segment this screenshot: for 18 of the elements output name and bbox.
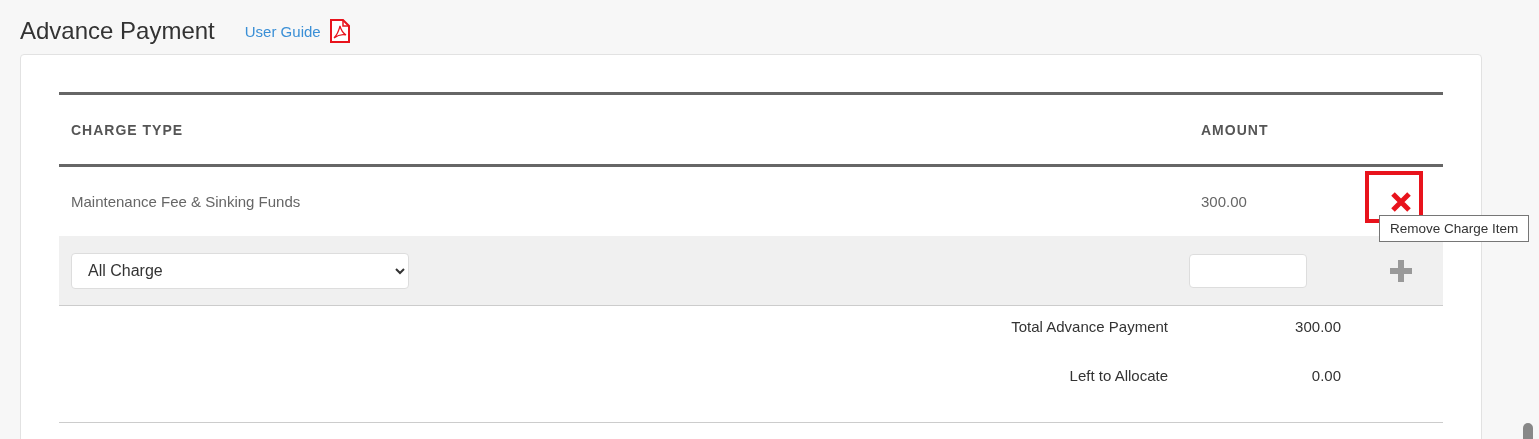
page-title: Advance Payment <box>20 17 215 45</box>
plus-icon <box>1389 258 1413 283</box>
tooltip: Remove Charge Item <box>1379 215 1530 242</box>
add-button[interactable] <box>1389 258 1413 283</box>
pdf-icon <box>328 19 351 43</box>
total-value: 0.00 <box>1311 367 1341 384</box>
charge-type-select[interactable]: All Charge <box>71 252 409 289</box>
close-icon <box>1390 190 1412 213</box>
total-label: Left to Allocate <box>1069 367 1168 384</box>
total-label: Total Advance Payment <box>1011 318 1168 335</box>
column-header: CHARGE TYPE <box>70 121 184 138</box>
amount-input[interactable] <box>1189 253 1307 288</box>
column-header: AMOUNT <box>1200 121 1269 138</box>
remove-button[interactable] <box>1390 190 1412 213</box>
scrollbar-thumb[interactable] <box>1523 423 1533 439</box>
total-value: 300.00 <box>1295 318 1341 335</box>
charge-type-cell-text: Maintenance Fee & Sinking Funds <box>70 193 301 210</box>
amount-cell-text: 300.00 <box>1200 193 1247 210</box>
